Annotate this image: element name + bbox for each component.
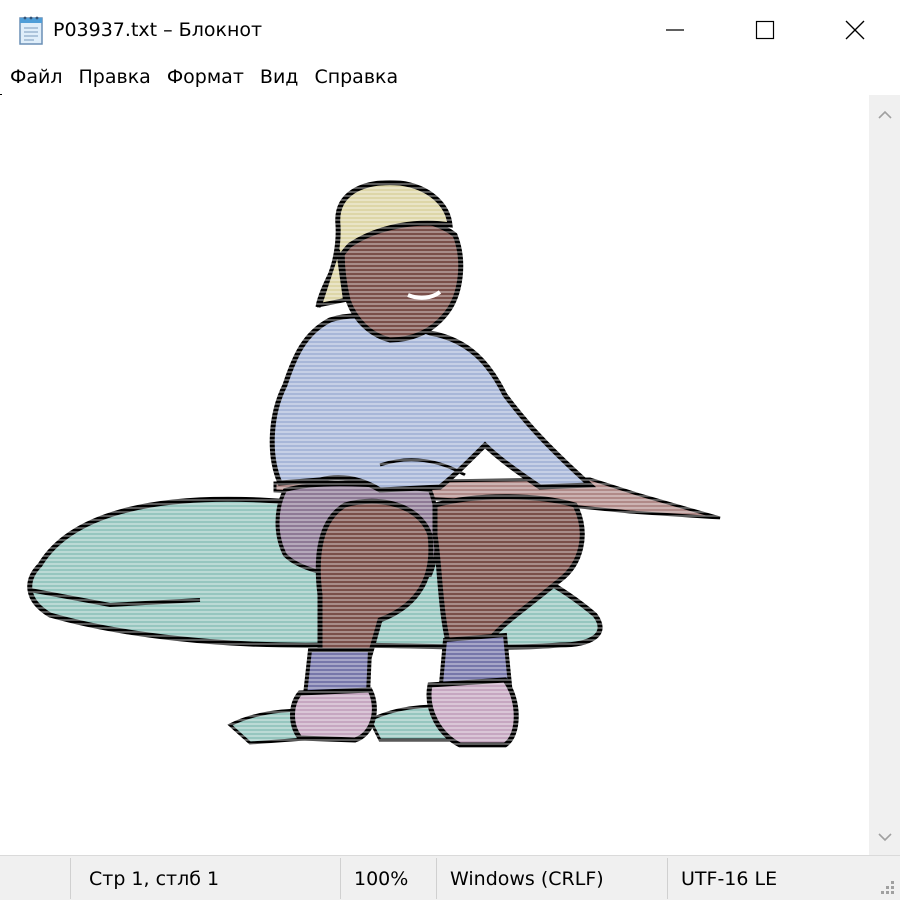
status-zoom: 100% (354, 867, 409, 890)
scroll-up-button[interactable] (869, 103, 900, 127)
notepad-icon (19, 16, 43, 45)
status-separator (70, 858, 71, 899)
maximize-icon (755, 20, 775, 40)
ascii-art-illustration (0, 95, 869, 855)
menu-edit[interactable]: Правка (71, 63, 159, 91)
status-separator (667, 858, 668, 899)
resize-grip-icon[interactable] (876, 876, 896, 896)
status-separator (340, 858, 341, 899)
maximize-button[interactable] (720, 0, 810, 60)
status-bar: Стр 1, стлб 1 100% Windows (CRLF) UTF-16… (0, 855, 900, 900)
close-button[interactable] (810, 0, 900, 60)
close-icon (845, 20, 865, 40)
status-encoding: UTF-16 LE (681, 867, 778, 890)
window-title: P03937.txt – Блокнот (53, 19, 263, 41)
scroll-down-button[interactable] (869, 825, 900, 849)
title-bar[interactable]: P03937.txt – Блокнот (0, 0, 900, 60)
chevron-up-icon (877, 110, 892, 119)
menu-format[interactable]: Формат (159, 63, 252, 91)
status-separator (436, 858, 437, 899)
chevron-down-icon (877, 833, 892, 842)
minimize-button[interactable] (630, 0, 720, 60)
menu-file[interactable]: Файл (2, 63, 71, 91)
menu-bar: Файл Правка Формат Вид Справка (0, 60, 900, 94)
status-line-ending: Windows (CRLF) (450, 867, 604, 890)
menu-help[interactable]: Справка (306, 63, 406, 91)
minimize-icon (666, 29, 684, 31)
status-cursor-position: Стр 1, стлб 1 (89, 867, 220, 890)
menu-view[interactable]: Вид (252, 63, 307, 91)
text-editor[interactable] (0, 95, 869, 855)
vertical-scrollbar[interactable] (869, 95, 900, 855)
